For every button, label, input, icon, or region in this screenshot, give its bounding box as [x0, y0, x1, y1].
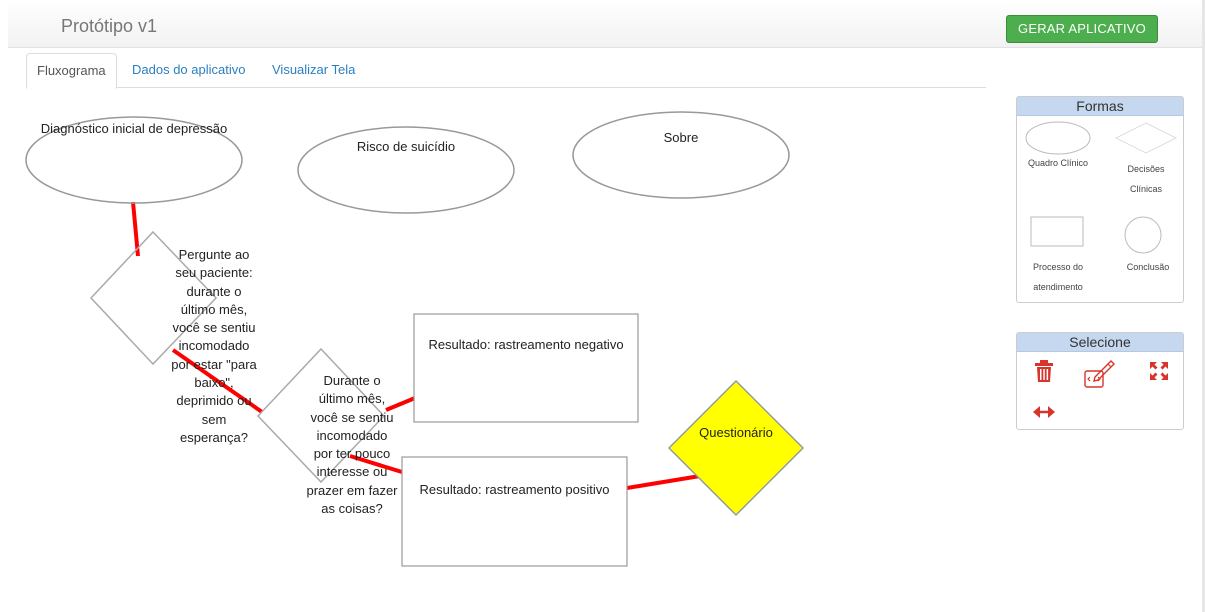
decision-1-text-line: seu paciente: [175, 265, 253, 281]
expand-tool[interactable] [1147, 359, 1171, 383]
trash-icon [1035, 360, 1053, 382]
app-title: Protótipo v1 [61, 16, 158, 36]
select-panel: Selecione [1016, 332, 1184, 430]
decision-1-text-line: sem [201, 411, 227, 427]
decision-1-text-line: durante o [186, 283, 242, 299]
decision-2-text-line: incomodado [316, 427, 388, 443]
horizontal-resize-icon [1033, 406, 1055, 418]
circle-shape-icon [1124, 216, 1162, 254]
process-node-positive[interactable] [401, 456, 628, 567]
tab-dados-do-aplicativo[interactable]: Dados do aplicativo [122, 53, 255, 88]
shape-label-atendimento: atendimento [1033, 282, 1083, 292]
shape-label-conclusao: Conclusão [1126, 262, 1170, 272]
shape-care-process[interactable]: Processo do atendimento [1023, 215, 1105, 297]
connector-line[interactable] [626, 474, 701, 490]
shape-clinical-frame[interactable]: Quadro Clínico [1023, 121, 1093, 171]
decision-1-text-line: você se sentiu [172, 320, 256, 336]
decision-2-text-line: último mês, [318, 391, 386, 407]
generate-app-button[interactable]: GERAR APLICATIVO [1006, 15, 1158, 43]
shape-conclusion[interactable]: Conclusão [1117, 215, 1183, 281]
questionnaire-node[interactable] [667, 379, 805, 517]
rectangle-shape-icon [1030, 216, 1084, 247]
decision-label-2: Durante o último mês, você se sentiu incomo… [294, 372, 410, 518]
shape-label-decisoes: Decisões [1127, 164, 1165, 174]
ellipse-shape-icon [1025, 121, 1091, 155]
decision-2-text-line: as coisas? [321, 501, 383, 517]
top-navbar: Protótipo v1 GERAR APLICATIVO [8, 0, 1203, 48]
delete-tool[interactable] [1033, 359, 1055, 385]
node-label-risco: Risco de suicídio [356, 139, 456, 154]
questionnaire-label: Questionário [699, 425, 773, 440]
decision-label-1: Pergunte ao seu paciente: durante o último … [156, 246, 272, 447]
shape-label-processo-do: Processo do [1032, 262, 1084, 272]
diamond-shape-icon [1114, 122, 1178, 154]
decision-1-text-line: Pergunte ao [178, 247, 250, 262]
result-positive-label: Resultado: rastreamento positivo [419, 482, 610, 497]
node-label-sobre: Sobre [663, 130, 699, 145]
expand-arrows-icon [1150, 362, 1168, 380]
result-negative-label: Resultado: rastreamento negativo [428, 337, 624, 352]
decision-2-text-line: por ter pouco [313, 446, 391, 462]
decision-2-text-line: você se sentiu [310, 409, 394, 425]
tab-fluxograma[interactable]: Fluxograma [26, 53, 117, 89]
edit-tool[interactable] [1083, 357, 1117, 391]
shapes-panel: Formas Quadro Clínico Decisões Clínicas … [1016, 96, 1184, 303]
decision-1-text-line: deprimido ou [176, 393, 252, 409]
decision-2-text-line: prazer em fazer [306, 482, 398, 498]
tab-visualizar-tela[interactable]: Visualizar Tela [262, 53, 365, 88]
edit-code-icon [1084, 360, 1115, 388]
decision-2-text-line: Durante o [323, 373, 381, 388]
shape-clinical-decisions[interactable]: Decisões Clínicas [1111, 121, 1181, 211]
shape-label-quadro-clinico: Quadro Clínico [1027, 158, 1089, 168]
decision-1-text-line: baixo", [194, 375, 234, 391]
tab-bar: Fluxograma Dados do aplicativo Visualiza… [26, 53, 986, 89]
decision-2-text-line: interesse ou [316, 464, 388, 480]
decision-1-text-line: esperança? [180, 429, 248, 445]
shapes-panel-title: Formas [1017, 97, 1183, 116]
clinical-node-sobre[interactable] [572, 111, 790, 199]
resize-tool[interactable] [1032, 403, 1056, 421]
decision-1-text-line: incomodado [178, 338, 250, 354]
decision-1-text-line: por estar "para [171, 356, 257, 372]
select-panel-title: Selecione [1017, 333, 1183, 352]
node-label-diagnostico: Diagnóstico inicial de depressão [40, 121, 228, 136]
shape-label-clinicas: Clínicas [1129, 184, 1162, 194]
process-node-negative[interactable] [413, 313, 639, 423]
decision-1-text-line: último mês, [180, 301, 248, 317]
